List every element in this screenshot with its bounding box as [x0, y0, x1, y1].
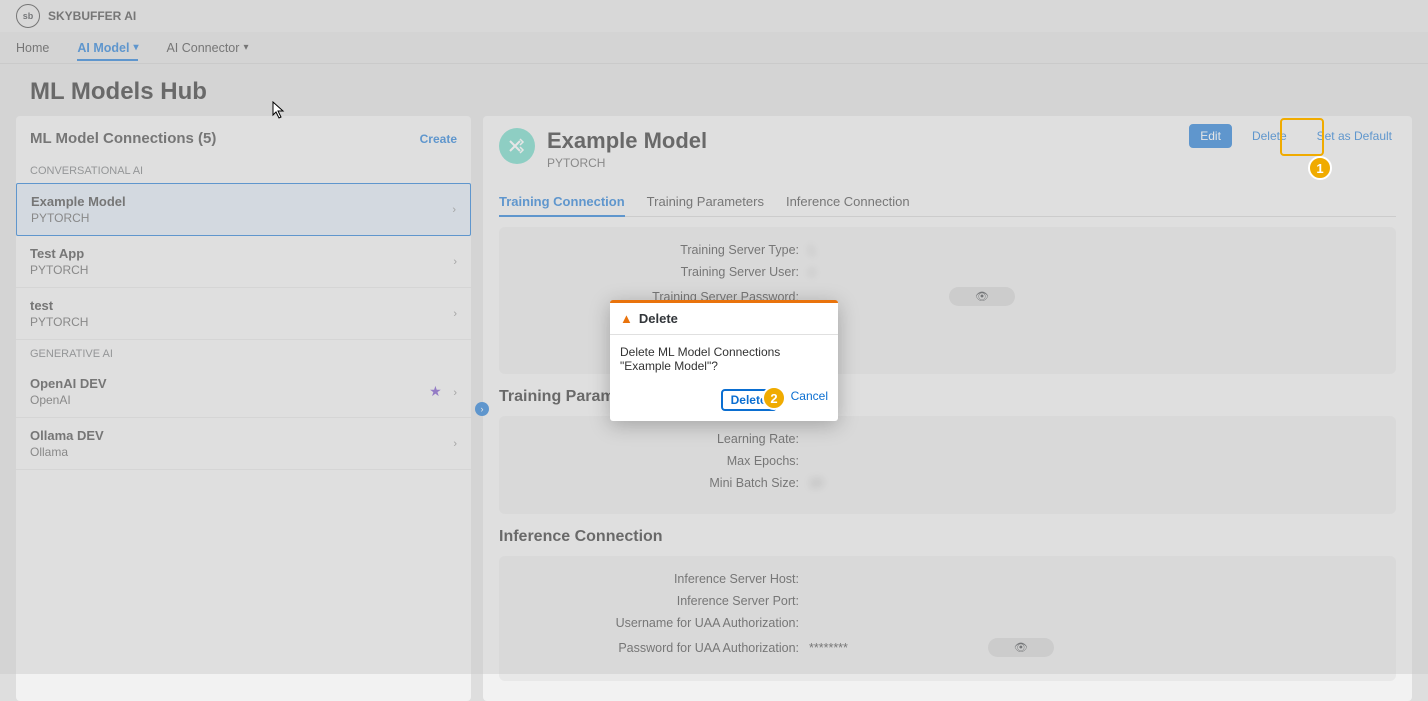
sidebar-item-label: Ollama DEV — [30, 428, 104, 443]
field-value — [809, 616, 840, 630]
field-label: Training Server Type: — [519, 243, 809, 257]
tab-inference-connection[interactable]: Inference Connection — [786, 188, 910, 216]
sidebar-item-label: OpenAI DEV — [30, 376, 107, 391]
field-value: ******** — [809, 641, 848, 655]
set-default-button[interactable]: Set as Default — [1307, 125, 1402, 147]
sidebar-item-openai-dev[interactable]: OpenAI DEV OpenAI ★ › — [16, 366, 471, 418]
field-value: c — [809, 265, 815, 279]
tabs: Training Connection Training Parameters … — [499, 188, 1396, 217]
model-icon — [499, 128, 535, 164]
logo-text: sb — [23, 11, 34, 21]
sidebar-item-ollama-dev[interactable]: Ollama DEV Ollama › — [16, 418, 471, 470]
delete-button[interactable]: Delete — [1242, 125, 1297, 147]
sidebar-item-label: Example Model — [31, 194, 126, 209]
sidebar-item-test-app[interactable]: Test App PYTORCH › — [16, 236, 471, 288]
chevron-right-icon: › — [453, 308, 457, 320]
sidebar-item-label: test — [30, 298, 88, 313]
field-label: Username for UAA Authorization: — [519, 616, 809, 630]
sidebar-item-sub: OpenAI — [30, 393, 107, 407]
dialog-cancel-button[interactable]: Cancel — [791, 389, 828, 411]
panel-expand-icon[interactable]: › — [475, 402, 489, 416]
actions: Edit Delete Set as Default — [1189, 124, 1402, 148]
dialog-delete-button[interactable]: Delete — [721, 389, 777, 411]
field-label: Inference Server Host: — [519, 572, 809, 586]
model-sub: PYTORCH — [547, 156, 707, 170]
page-title: ML Models Hub — [0, 64, 1428, 116]
shuffle-icon — [508, 137, 526, 155]
star-icon: ★ — [429, 383, 442, 399]
sidebar-item-label: Test App — [30, 246, 88, 261]
field-value — [809, 572, 875, 586]
eye-icon[interactable]: 👁 — [988, 638, 1054, 657]
chevron-right-icon: › — [453, 256, 457, 268]
model-title: Example Model — [547, 128, 707, 154]
chevron-right-icon: › — [453, 387, 457, 399]
dialog-title: Delete — [639, 311, 678, 326]
delete-dialog: ▲ Delete Delete ML Model Connections "Ex… — [610, 300, 838, 421]
field-label: Password for UAA Authorization: — [519, 641, 809, 655]
nav-ai-model-label: AI Model — [77, 41, 129, 55]
field-label: Training Server User: — [519, 265, 809, 279]
tab-training-connection[interactable]: Training Connection — [499, 188, 625, 217]
create-button[interactable]: Create — [420, 132, 457, 146]
tab-training-parameters[interactable]: Training Parameters — [647, 188, 764, 216]
section-conversational: CONVERSATIONAL AI — [16, 157, 471, 183]
navbar: Home AI Model ▾ AI Connector ▾ — [0, 32, 1428, 64]
chevron-down-icon: ▾ — [133, 42, 138, 53]
training-params-panel: Learning Rate: Max Epochs: Mini Batch Si… — [499, 416, 1396, 514]
field-label: Mini Batch Size: — [519, 476, 809, 490]
chevron-right-icon: › — [452, 204, 456, 216]
nav-home[interactable]: Home — [16, 41, 49, 55]
field-label: Max Epochs: — [519, 454, 809, 468]
sidebar-item-test[interactable]: test PYTORCH › — [16, 288, 471, 340]
chevron-down-icon: ▾ — [243, 42, 248, 53]
sidebar-item-sub: PYTORCH — [30, 263, 88, 277]
dialog-footer: Delete Cancel — [610, 383, 838, 421]
top-bar: sb SKYBUFFER AI — [0, 0, 1428, 32]
sidebar-header: ML Model Connections (5) Create — [16, 116, 471, 157]
field-value: L — [809, 243, 816, 257]
nav-ai-model[interactable]: AI Model ▾ — [77, 41, 138, 61]
nav-home-label: Home — [16, 41, 49, 55]
edit-button[interactable]: Edit — [1189, 124, 1232, 148]
sidebar: ML Model Connections (5) Create CONVERSA… — [16, 116, 471, 701]
eye-icon[interactable]: 👁 — [949, 287, 1015, 306]
nav-ai-connector[interactable]: AI Connector ▾ — [166, 41, 248, 55]
sidebar-title: ML Model Connections (5) — [30, 130, 216, 147]
inference-panel: Inference Server Host: Inference Server … — [499, 556, 1396, 681]
field-value: 10 — [809, 476, 823, 490]
nav-ai-connector-label: AI Connector — [166, 41, 239, 55]
field-label: Inference Server Port: — [519, 594, 809, 608]
dialog-body: Delete ML Model Connections "Example Mod… — [610, 335, 838, 383]
sidebar-item-sub: Ollama — [30, 445, 104, 459]
app-logo: sb — [16, 4, 40, 28]
sidebar-item-sub: PYTORCH — [31, 211, 126, 225]
sidebar-item-example-model[interactable]: Example Model PYTORCH › — [16, 183, 471, 236]
warning-icon: ▲ — [620, 311, 633, 326]
inference-heading: Inference Connection — [499, 528, 1396, 546]
field-label: Learning Rate: — [519, 432, 809, 446]
section-generative: GENERATIVE AI — [16, 340, 471, 366]
dialog-header: ▲ Delete — [610, 303, 838, 335]
chevron-right-icon: › — [453, 438, 457, 450]
sidebar-item-sub: PYTORCH — [30, 315, 88, 329]
app-title: SKYBUFFER AI — [48, 9, 136, 23]
